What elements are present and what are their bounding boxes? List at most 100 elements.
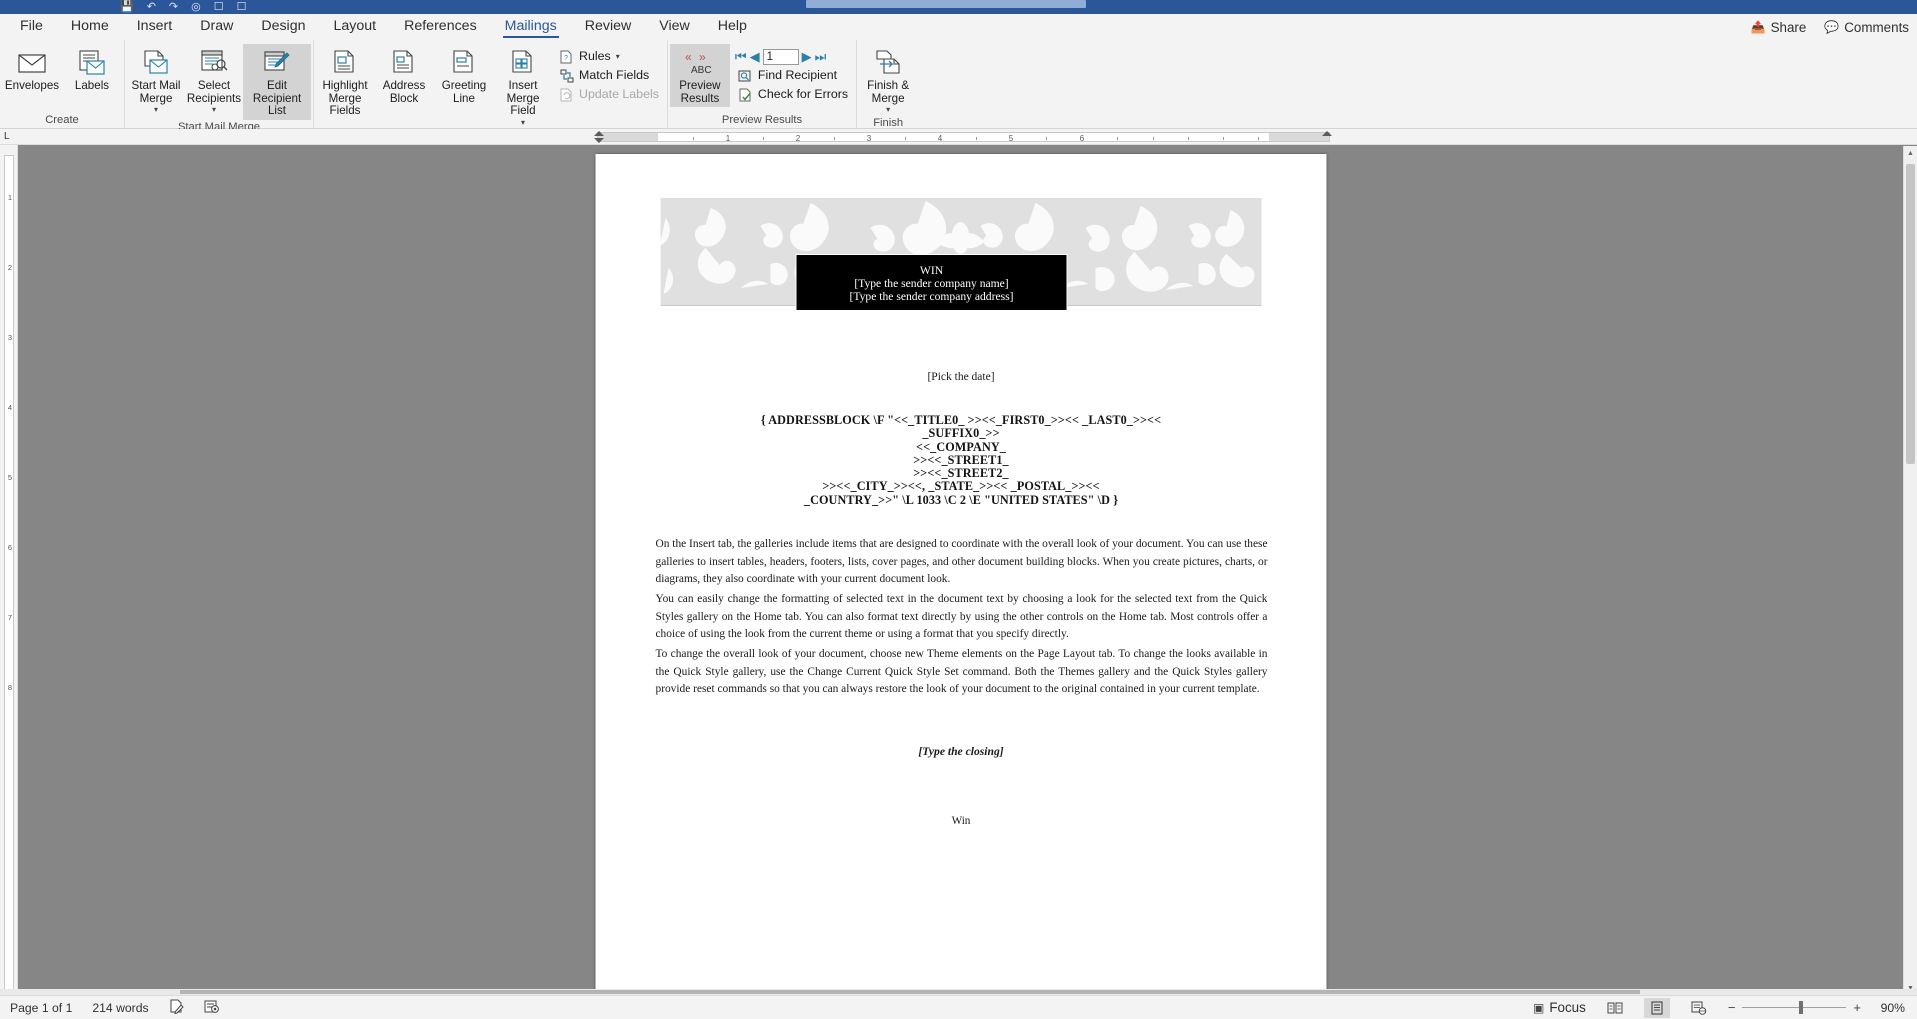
right-indent-marker[interactable] [1322, 131, 1332, 136]
tab-view[interactable]: View [645, 16, 704, 38]
status-bar: Page 1 of 1 214 words ▣ Focus − + 90% [0, 995, 1917, 1019]
hanging-indent-marker[interactable] [594, 138, 604, 143]
vertical-scrollbar[interactable]: ▲ ▼ [1903, 146, 1917, 995]
ribbon-group-finish: Finish & Merge ▾ Finish [857, 40, 919, 129]
chevron-down-icon[interactable]: ▾ [212, 105, 216, 114]
address-block-field-code[interactable]: { ADDRESSBLOCK \F "<<_TITLE0_ >><<_FIRST… [656, 413, 1267, 507]
greeting-line-button[interactable]: Greeting Line [434, 44, 494, 107]
highlight-merge-fields-button[interactable]: Highlight Merge Fields [316, 44, 374, 120]
tab-stop-selector[interactable]: L [4, 131, 10, 142]
zoom-in-button[interactable]: + [1853, 1000, 1861, 1015]
comments-button[interactable]: 💬 Comments [1824, 20, 1909, 35]
rules-button[interactable]: ? Rules ▾ [556, 48, 662, 65]
vertical-scroll-thumb[interactable] [1906, 164, 1915, 464]
scroll-up-icon[interactable]: ▲ [1904, 146, 1917, 160]
preview-results-label: Preview Results [679, 79, 721, 105]
open-icon[interactable]: ☐ [237, 1, 247, 13]
horizontal-scroll-thumb[interactable] [180, 990, 1640, 994]
document-page[interactable]: WIN [Type the sender company name] [Type… [595, 154, 1327, 995]
zoom-out-button[interactable]: − [1728, 1000, 1736, 1015]
comment-icon: 💬 [1824, 20, 1840, 34]
envelopes-button[interactable]: Envelopes [2, 44, 62, 95]
start-mail-merge-label: Start Mail Merge [131, 79, 181, 105]
redo-icon[interactable]: ↷ [169, 1, 178, 13]
tab-home[interactable]: Home [57, 16, 123, 38]
web-layout-button[interactable] [1686, 998, 1712, 1018]
last-record-icon[interactable]: ⏭ [815, 50, 827, 63]
address-block-line: >><<_STREET1_ [913, 452, 1009, 467]
touch-mode-icon[interactable]: ◎ [191, 1, 201, 13]
vertical-ruler[interactable]: 1 2 3 4 5 6 7 8 [0, 145, 18, 995]
zoom-track[interactable] [1742, 1001, 1847, 1014]
ruler-number: 6 [1079, 134, 1085, 143]
word-count[interactable]: 214 words [92, 1001, 148, 1015]
horizontal-ruler[interactable]: L 1 2 3 4 5 6 [0, 129, 1917, 145]
tab-insert[interactable]: Insert [123, 16, 186, 38]
labels-button[interactable]: Labels [62, 44, 122, 95]
zoom-thumb[interactable] [1799, 1001, 1804, 1014]
preview-results-button[interactable]: « » ABC Preview Results [669, 44, 730, 107]
search-box[interactable] [806, 0, 1086, 8]
closing-placeholder[interactable]: [Type the closing] [596, 745, 1327, 758]
match-fields-button[interactable]: Match Fields [556, 67, 662, 84]
check-for-errors-button[interactable]: Check for Errors [735, 86, 851, 103]
finish-and-merge-button[interactable]: Finish & Merge ▾ [859, 44, 917, 116]
insert-merge-field-button[interactable]: Insert Merge Field ▾ [494, 44, 552, 129]
record-number-input[interactable]: 1 [762, 48, 799, 65]
tab-references[interactable]: References [390, 16, 491, 38]
next-record-icon[interactable]: ▶ [802, 50, 812, 63]
print-preview-icon[interactable]: ☐ [214, 1, 224, 13]
greeting-line-icon [451, 47, 477, 78]
edit-recipient-list-button[interactable]: Edit Recipient List [243, 44, 311, 120]
match-fields-label: Match Fields [579, 68, 650, 82]
select-recipients-button[interactable]: Select Recipients ▾ [185, 44, 243, 116]
chevron-down-icon[interactable]: ▾ [616, 49, 620, 64]
page-info[interactable]: Page 1 of 1 [10, 1001, 72, 1015]
focus-button[interactable]: ▣ Focus [1533, 1000, 1586, 1015]
previous-record-icon[interactable]: ◀ [750, 50, 760, 63]
tab-file[interactable]: File [6, 16, 57, 38]
body-paragraph-1[interactable]: On the Insert tab, the galleries include… [656, 536, 1268, 589]
chevron-down-icon[interactable]: ▾ [154, 105, 158, 114]
tab-review[interactable]: Review [571, 16, 646, 38]
document-canvas[interactable]: WIN [Type the sender company name] [Type… [19, 146, 1903, 995]
read-mode-button[interactable] [1602, 998, 1628, 1018]
start-mail-merge-button[interactable]: Start Mail Merge ▾ [127, 44, 185, 116]
find-recipient-label: Find Recipient [757, 68, 838, 82]
tab-layout[interactable]: Layout [320, 16, 391, 38]
find-recipient-button[interactable]: Find Recipient [735, 67, 851, 84]
zoom-level[interactable]: 90% [1877, 1001, 1905, 1015]
address-block-line: { ADDRESSBLOCK \F "<<_TITLE0_ >><<_FIRST… [760, 413, 1162, 427]
labels-icon [78, 47, 106, 78]
save-icon[interactable]: 💾 [120, 1, 134, 13]
share-button[interactable]: 📤 Share [1751, 20, 1807, 35]
sender-company-address-placeholder[interactable]: [Type the sender company address] [849, 290, 1013, 303]
sender-info-box[interactable]: WIN [Type the sender company name] [Type… [795, 254, 1068, 311]
first-line-indent-marker[interactable] [594, 131, 604, 136]
finish-and-merge-icon [874, 47, 902, 78]
tab-design[interactable]: Design [247, 16, 319, 38]
sender-company-name-placeholder[interactable]: [Type the sender company name] [854, 277, 1008, 290]
check-for-errors-icon [738, 87, 753, 102]
ruler-strip: 1 2 3 4 5 6 [597, 132, 1330, 143]
focus-icon: ▣ [1533, 1000, 1545, 1015]
status-bar-left: Page 1 of 1 214 words [10, 999, 220, 1017]
tab-mailings[interactable]: Mailings [491, 16, 571, 39]
quick-access-toolbar[interactable]: 💾 ↶ ↷ ◎ ☐ ☐ [120, 0, 247, 14]
undo-icon[interactable]: ↶ [147, 1, 156, 13]
print-layout-button[interactable] [1643, 997, 1670, 1018]
date-placeholder[interactable]: [Pick the date] [596, 371, 1327, 383]
address-block-button[interactable]: Address Block [374, 44, 434, 107]
body-paragraph-2[interactable]: You can easily change the formatting of … [656, 591, 1268, 644]
accessibility-checker-icon[interactable] [204, 999, 220, 1017]
chevron-down-icon[interactable]: ▾ [886, 105, 890, 114]
tab-draw[interactable]: Draw [186, 16, 247, 38]
zoom-slider[interactable]: − + [1728, 1000, 1861, 1015]
tab-help[interactable]: Help [704, 16, 761, 38]
chevron-down-icon[interactable]: ▾ [521, 118, 525, 127]
body-paragraph-3[interactable]: To change the overall look of your docum… [656, 646, 1268, 699]
vruler-number: 1 [7, 193, 13, 202]
first-record-icon[interactable]: ⏮ [735, 50, 747, 63]
proofing-errors-icon[interactable] [169, 999, 184, 1017]
group-label-create: Create [45, 114, 79, 126]
